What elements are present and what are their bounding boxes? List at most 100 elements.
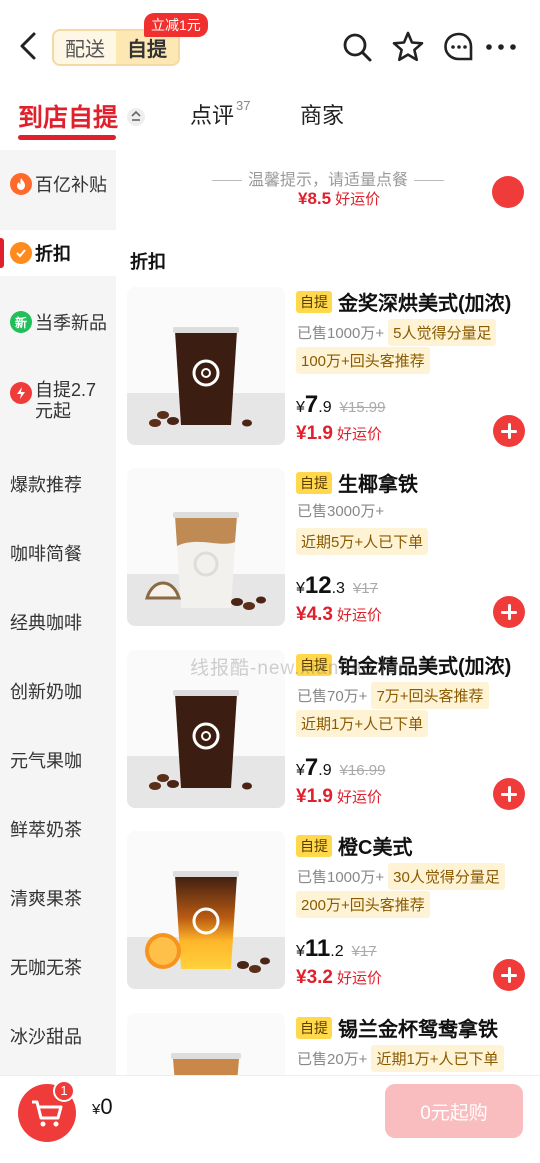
delivery-option[interactable]: 配送: [54, 31, 116, 64]
add-to-cart-button[interactable]: [493, 415, 525, 447]
feature-badge: 近期1万+人已下单: [296, 710, 429, 737]
product-name: 自提 橙C美式: [296, 831, 412, 860]
sold-text: 已售70万+: [297, 688, 368, 705]
more-icon[interactable]: [484, 30, 518, 64]
original-price: ¥17: [352, 580, 378, 597]
product-card[interactable]: 自提 锡兰金杯鸳鸯拿铁 已售20万+ 近期1万+人已下单: [116, 1013, 540, 1075]
sidebar-item-label: 自提2.7元起: [35, 380, 97, 421]
deal-value: ¥1.9: [296, 786, 333, 807]
sidebar-item-milk-tea[interactable]: 鲜萃奶茶: [0, 807, 116, 851]
review-count: 37: [236, 98, 251, 113]
sidebar-item-subsidy[interactable]: 百亿补贴: [0, 162, 116, 206]
category-sidebar: 百亿补贴 折扣 新 当季新品 自提2.7元起 爆款推荐 咖啡简餐 经典咖啡 创新…: [0, 150, 116, 1075]
price-int: 11: [304, 935, 331, 962]
product-name: 自提 生椰拿铁: [296, 468, 418, 497]
cart-bar: 1 ¥0 0元起购: [0, 1075, 540, 1163]
prev-deal-price: ¥8.5: [298, 189, 332, 208]
tab-reviews[interactable]: 点评 37: [190, 98, 250, 130]
pickup-tag: 自提: [296, 291, 332, 313]
badge-row: 近期5万+人已下单: [296, 528, 429, 555]
sidebar-item-label: 无咖无茶: [10, 958, 82, 978]
sort-icon[interactable]: [126, 107, 146, 127]
feature-badge: 200万+回头客推荐: [296, 891, 430, 918]
price-int: 7: [304, 754, 319, 781]
sidebar-item-coffee-meal[interactable]: 咖啡简餐: [0, 531, 116, 575]
sidebar-item-label: 清爽果茶: [10, 889, 82, 909]
sidebar-item-no-caffeine[interactable]: 无咖无茶: [0, 945, 116, 989]
original-price: ¥17: [351, 943, 377, 960]
new-icon: 新: [10, 311, 32, 333]
prev-add-button[interactable]: [492, 176, 524, 208]
sidebar-item-fruit-coffee[interactable]: 元气果咖: [0, 738, 116, 782]
tab-shop[interactable]: 商家: [300, 98, 344, 130]
product-list: 温馨提示，请适量点餐 ¥8.5 好运价 折扣 自提 金奖深烘美式(加浓) 已售100…: [116, 150, 540, 1075]
chat-icon[interactable]: [442, 30, 476, 64]
app-root: 配送 自提 立减1元 到店自提 点评 37 商家 百亿补贴 折扣 新 当季新品 …: [0, 0, 540, 1163]
sold-text: 已售1000万+: [297, 869, 385, 886]
deal-value: ¥3.2: [296, 967, 333, 988]
prev-item-price: ¥8.5 好运价: [298, 188, 380, 209]
product-image: [127, 287, 285, 445]
product-price: ¥12.3 ¥17: [296, 572, 378, 600]
sidebar-item-milk-coffee[interactable]: 创新奶咖: [0, 669, 116, 713]
sold-count: 已售1000万+ 30人觉得分量足: [297, 863, 505, 890]
product-title: 锡兰金杯鸳鸯拿铁: [338, 1019, 498, 1041]
sidebar-item-fruit-tea[interactable]: 清爽果茶: [0, 876, 116, 920]
sidebar-item-classic-coffee[interactable]: 经典咖啡: [0, 600, 116, 644]
sidebar-item-label: 爆款推荐: [10, 475, 82, 495]
cart-total: ¥0: [92, 1094, 113, 1120]
product-card[interactable]: 自提 金奖深烘美式(加浓) 已售1000万+ 5人觉得分量足 100万+回头客推荐 …: [116, 287, 540, 452]
black-coffee-cup-icon: [149, 327, 252, 427]
sidebar-item-new[interactable]: 新 当季新品: [0, 300, 116, 344]
price-dec: .9: [318, 762, 332, 779]
price-dec: .3: [331, 580, 345, 597]
product-name: 自提 锡兰金杯鸳鸯拿铁: [296, 1013, 498, 1042]
black-coffee-cup-icon: [149, 690, 252, 790]
product-title: 铂金精品美式(加浓): [338, 656, 512, 678]
sold-count: 已售20万+ 近期1万+人已下单: [297, 1045, 504, 1072]
tab-pickup[interactable]: 到店自提: [18, 98, 118, 134]
sold-count: 已售70万+ 7万+回头客推荐: [297, 682, 489, 709]
sidebar-item-label: 元气果咖: [10, 751, 82, 771]
deal-label: 好运价: [336, 970, 382, 987]
search-icon[interactable]: [340, 30, 374, 64]
pickup-tag: 自提: [296, 835, 332, 857]
price-dec: .2: [330, 943, 344, 960]
product-title: 橙C美式: [338, 837, 413, 859]
product-card[interactable]: 自提 橙C美式 已售1000万+ 30人觉得分量足 200万+回头客推荐 ¥11.2…: [116, 831, 540, 996]
product-card[interactable]: 自提 铂金精品美式(加浓) 已售70万+ 7万+回头客推荐 近期1万+人已下单 ¥7…: [116, 650, 540, 815]
star-icon[interactable]: [391, 30, 425, 64]
milk-tea-cup-icon: [171, 1053, 241, 1075]
discount-icon: [10, 242, 32, 264]
sidebar-item-label: 鲜萃奶茶: [10, 820, 82, 840]
currency: ¥: [296, 580, 305, 597]
order-tip: 温馨提示，请适量点餐: [206, 166, 450, 190]
deal-price: ¥1.9 好运价: [296, 786, 382, 808]
badge-row: 200万+回头客推荐: [296, 891, 430, 918]
currency: ¥: [296, 762, 305, 779]
cart-icon: [32, 1100, 63, 1127]
price-int: 12: [304, 572, 332, 599]
add-to-cart-button[interactable]: [493, 596, 525, 628]
checkout-button[interactable]: 0元起购: [385, 1084, 523, 1138]
sold-count: 已售3000万+: [297, 500, 384, 521]
deal-price: ¥3.2 好运价: [296, 967, 382, 989]
deal-price: ¥4.3 好运价: [296, 604, 382, 626]
feature-badge: 30人觉得分量足: [388, 863, 505, 890]
sidebar-item-label: 折扣: [35, 244, 71, 264]
sidebar-item-smoothie[interactable]: 冰沙甜品: [0, 1014, 116, 1058]
sidebar-item-hot[interactable]: 爆款推荐: [0, 462, 116, 506]
pickup-tag: 自提: [296, 472, 332, 494]
sidebar-item-pickup-deal[interactable]: 自提2.7元起: [0, 372, 116, 432]
add-to-cart-button[interactable]: [493, 778, 525, 810]
add-to-cart-button[interactable]: [493, 959, 525, 991]
sidebar-item-label: 咖啡简餐: [10, 544, 82, 564]
product-image: [127, 1013, 285, 1075]
back-arrow-icon[interactable]: [14, 28, 44, 64]
product-image: [127, 831, 285, 989]
section-title: 折扣: [130, 252, 166, 272]
product-title: 生椰拿铁: [338, 474, 418, 496]
product-card[interactable]: 自提 生椰拿铁 已售3000万+ 近期5万+人已下单 ¥12.3 ¥17 ¥4.3 好…: [116, 468, 540, 633]
cart-total-value: 0: [100, 1094, 113, 1119]
sidebar-item-discount[interactable]: 折扣: [0, 230, 116, 276]
